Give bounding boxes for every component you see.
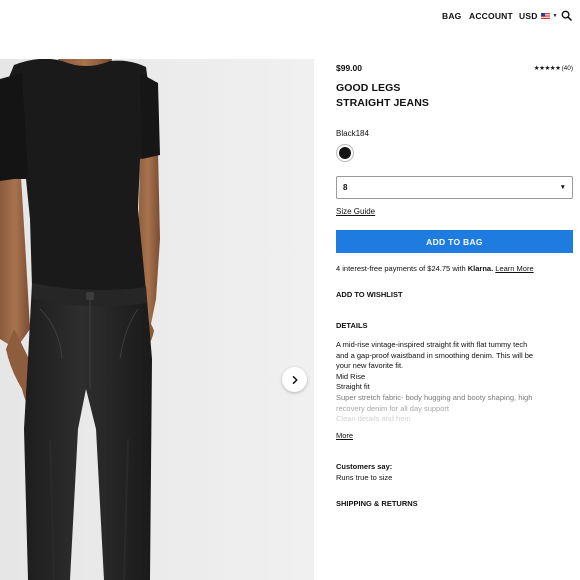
next-image-button[interactable]	[282, 367, 307, 392]
klarna-text: 4 interest-free payments of $24.75 with	[336, 264, 468, 273]
add-to-bag-button[interactable]: ADD TO BAG	[336, 230, 573, 253]
shipping-returns-toggle[interactable]: SHIPPING & RETURNS	[336, 499, 418, 508]
price-row: $99.00 ★★★★★ (40)	[336, 63, 573, 75]
product-image	[0, 59, 314, 580]
details-line: Straight fit	[336, 382, 370, 392]
details-description: A mid-rise vintage-inspired straight fit…	[336, 340, 573, 425]
currency-selector[interactable]: USD ▼	[519, 11, 558, 21]
chevron-down-icon: ▼	[552, 13, 558, 19]
rating-summary[interactable]: ★★★★★ (40)	[533, 64, 573, 73]
star-rating-icon: ★★★★★	[533, 65, 561, 72]
add-to-wishlist-button[interactable]: ADD TO WISHLIST	[336, 290, 403, 299]
color-swatch-fill	[339, 147, 351, 159]
model-jeans-photo	[0, 59, 314, 580]
details-heading: DETAILS	[336, 321, 368, 330]
nav-bag-link[interactable]: BAG	[442, 11, 462, 21]
details-line: Super stretch fabric- body hugging and b…	[336, 392, 533, 402]
customers-say-text: Runs true to size	[336, 473, 393, 482]
chevron-down-icon: ▼	[559, 184, 566, 191]
chevron-right-icon	[292, 375, 298, 384]
color-name: Black184	[336, 129, 369, 138]
customers-say-heading: Customers say:	[336, 462, 393, 471]
klarna-financing: 4 interest-free payments of $24.75 with …	[336, 264, 534, 273]
details-line: Mid Rise	[336, 371, 366, 381]
details-line: A mid-rise vintage-inspired straight fit…	[336, 340, 528, 349]
rating-count: (40)	[561, 64, 573, 72]
details-line: recovery denim for all day support	[336, 403, 449, 413]
details-more-link[interactable]: More	[336, 431, 353, 440]
details-line: Clean details and hem	[336, 414, 411, 424]
size-selected-value: 8	[343, 183, 348, 192]
currency-label: USD	[519, 11, 538, 21]
size-guide-link[interactable]: Size Guide	[336, 207, 375, 216]
product-title-line2: STRAIGHT JEANS	[336, 97, 429, 109]
details-line: your new favorite fit.	[336, 361, 404, 371]
klarna-learn-more-link[interactable]: Learn More	[495, 264, 533, 273]
nav-account-link[interactable]: ACCOUNT	[469, 11, 513, 21]
details-line: and a gap-proof waistband in smoothing d…	[336, 350, 534, 360]
size-select[interactable]: 8 ▼	[336, 176, 573, 199]
search-icon[interactable]	[561, 10, 572, 21]
us-flag-icon	[540, 13, 550, 19]
color-swatch[interactable]	[336, 144, 354, 162]
klarna-logo: Klarna.	[467, 264, 494, 273]
product-title: GOOD LEGS STRAIGHT JEANS	[336, 81, 429, 111]
product-title-line1: GOOD LEGS	[336, 82, 401, 94]
product-price: $99.00	[336, 63, 362, 73]
top-navigation: BAG ACCOUNT USD ▼	[0, 0, 580, 34]
